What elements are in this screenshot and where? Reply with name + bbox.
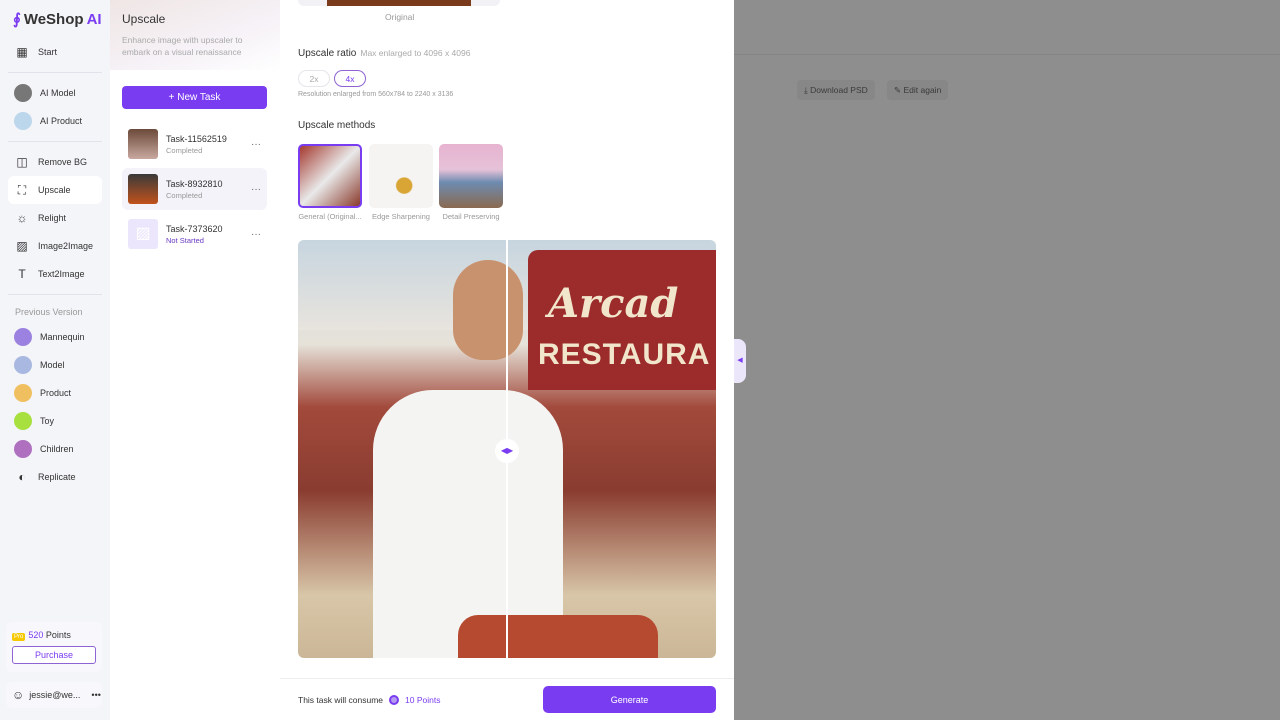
task-item[interactable]: ▨ Task-7373620 Not Started ··· (122, 213, 267, 255)
nav-item-model[interactable]: Model (8, 351, 102, 379)
task-status: Not Started (166, 235, 204, 245)
compare-handle-icon[interactable]: ◀▶ (495, 439, 519, 463)
chevron-left-icon: ◀ (737, 357, 743, 364)
new-task-button[interactable]: + New Task (122, 86, 267, 109)
task-thumbnail (128, 129, 158, 159)
logo-icon: ∮ (13, 11, 21, 28)
grid-icon: ▦ (16, 45, 28, 59)
nav-item-product[interactable]: Product (8, 379, 102, 407)
nav-item-toy[interactable]: Toy (8, 407, 102, 435)
collapse-panel-button[interactable]: ◀ (734, 339, 746, 383)
nav-item-start[interactable]: ▦ Start (8, 38, 102, 66)
method-detail-preserving[interactable] (439, 144, 503, 208)
replicate-icon: ◐ (18, 470, 26, 484)
restaurant-sign: Arcad RESTAURA (528, 250, 716, 390)
upscale-icon: ⛶ (17, 182, 27, 197)
task-status: Completed (166, 190, 203, 200)
sidebar-nav: ∮ WeShop AI ▦ Start AI Model AI Product ◫ Re… (0, 0, 110, 720)
text-icon: T (18, 267, 26, 281)
points-card: Pro 520 Points Purchase (6, 622, 102, 672)
avatar (14, 112, 32, 130)
ratio-4x[interactable]: 4x (334, 70, 366, 87)
avatar (14, 384, 32, 402)
avatar (14, 440, 32, 458)
comparison-preview[interactable]: Arcad RESTAURA ◀▶ (298, 240, 716, 658)
consume-points: 10 Points (405, 694, 441, 705)
avatar (14, 412, 32, 430)
method-edge-sharpening[interactable] (369, 144, 433, 208)
download-psd-button[interactable]: ⤓ Download PSD (797, 80, 875, 100)
more-icon[interactable]: ••• (91, 690, 100, 700)
nav-item-ai-product[interactable]: AI Product (8, 107, 102, 135)
divider (8, 294, 102, 295)
more-icon[interactable]: ··· (251, 139, 261, 150)
nav-item-children[interactable]: Children (8, 435, 102, 463)
generate-button[interactable]: Generate (543, 686, 716, 713)
original-image (298, 0, 500, 6)
logo[interactable]: ∮ WeShop AI (8, 0, 102, 38)
task-panel: Upscale Enhance image with upscaler to em… (110, 0, 280, 720)
points-value: 520 (28, 630, 44, 640)
section-label: Previous Version (15, 307, 83, 317)
methods-title: Upscale methods (298, 120, 376, 131)
remove-bg-icon: ◫ (16, 155, 28, 169)
smile-icon: ☺ (12, 688, 25, 702)
image-icon: ▨ (16, 239, 28, 253)
avatar (14, 328, 32, 346)
avatar (14, 84, 32, 102)
more-icon[interactable]: ··· (251, 229, 261, 240)
footer-bar: This task will consume 10 Points Generate (280, 678, 734, 720)
ratio-hint: Max enlarged to 4096 x 4096 (360, 48, 471, 58)
ratio-title: Upscale ratio Max enlarged to 4096 x 4096 (298, 48, 471, 59)
image-placeholder-icon: ▨ (128, 219, 158, 249)
purchase-button[interactable]: Purchase (12, 646, 96, 664)
resolution-text: Resolution enlarged from 560x784 to 2240… (298, 91, 454, 98)
method-general[interactable] (298, 144, 362, 208)
upscale-panel: Original Upscale ratio Max enlarged to 40… (280, 0, 734, 720)
nav-item-remove-bg[interactable]: ◫ Remove BG (8, 148, 102, 176)
divider (8, 141, 102, 142)
nav-item-ai-model[interactable]: AI Model (8, 79, 102, 107)
task-item[interactable]: Task-11562519 Completed ··· (122, 123, 267, 165)
edit-again-button[interactable]: ✎ Edit again (887, 80, 949, 100)
task-thumbnail (128, 174, 158, 204)
panel-header: Upscale Enhance image with upscaler to em… (110, 0, 280, 70)
ratio-2x[interactable]: 2x (298, 70, 330, 87)
task-item[interactable]: Task-8932810 Completed ··· (122, 168, 267, 210)
task-status: Completed (166, 145, 203, 155)
nav-item-mannequin[interactable]: Mannequin (8, 323, 102, 351)
modal-overlay[interactable]: ⤓ Download PSD ✎ Edit again (734, 0, 1280, 720)
nav-item-relight[interactable]: ☼ Relight (8, 204, 102, 232)
panel-subtitle: Enhance image with upscaler to embark on… (122, 35, 243, 57)
relight-icon: ☼ (16, 211, 28, 225)
nav-item-replicate[interactable]: ◐ Replicate (8, 463, 102, 491)
original-label: Original (385, 12, 415, 22)
nav-item-text2image[interactable]: T Text2Image (8, 260, 102, 288)
avatar (14, 356, 32, 374)
user-menu[interactable]: ☺ jessie@we... ••• (6, 682, 102, 708)
plus-icon: + (168, 92, 178, 103)
nav-item-upscale[interactable]: ⛶ Upscale (8, 176, 102, 204)
panel-title: Upscale (122, 12, 166, 26)
nav-item-image2image[interactable]: ▨ Image2Image (8, 232, 102, 260)
divider (8, 72, 102, 73)
more-icon[interactable]: ··· (251, 184, 261, 195)
points-coin-icon (389, 694, 400, 705)
pro-badge: Pro (12, 633, 26, 641)
